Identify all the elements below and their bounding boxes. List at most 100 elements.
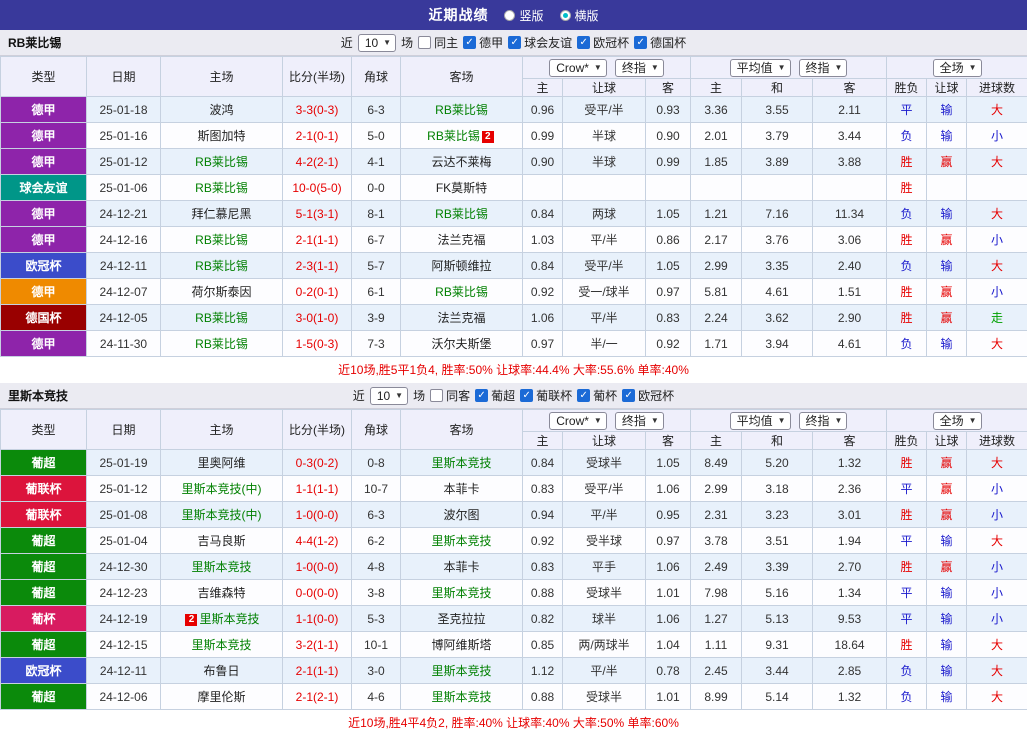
home-team-name[interactable]: RB莱比锡 [195, 259, 248, 273]
odds-value: 0.85 [523, 632, 563, 658]
away-team-name[interactable]: FK莫斯特 [436, 181, 487, 195]
odds-value: 1.27 [691, 606, 742, 632]
match-count-select[interactable]: 10▼ [370, 387, 408, 405]
avg-stage-select[interactable]: 终指▼ [799, 59, 848, 77]
result-goals [967, 175, 1027, 201]
match-score[interactable]: 2-1(1-1) [283, 227, 352, 253]
average-select[interactable]: 平均值▼ [730, 412, 791, 430]
home-team-name[interactable]: 摩里伦斯 [197, 690, 245, 704]
home-team-name[interactable]: 波鸿 [209, 103, 233, 117]
home-team-name[interactable]: 里斯本竞技(中) [182, 508, 262, 522]
odds-stage-select[interactable]: 终指▼ [615, 59, 664, 77]
away-team-name[interactable]: 阿斯顿维拉 [431, 259, 491, 273]
league-filter-checkbox[interactable]: ✓德甲 [463, 34, 503, 51]
home-team-name[interactable]: RB莱比锡 [195, 233, 248, 247]
away-team-name[interactable]: 里斯本竞技 [431, 456, 491, 470]
same-venue-checkbox[interactable]: 同主 [418, 34, 458, 51]
league-filter-checkbox[interactable]: ✓葡超 [475, 387, 515, 404]
radio-horizontal-layout[interactable]: 横版 [560, 7, 599, 24]
average-select[interactable]: 平均值▼ [730, 59, 791, 77]
away-team-name[interactable]: 本菲卡 [443, 560, 479, 574]
away-team-name[interactable]: RB莱比锡 [427, 129, 480, 143]
match-score[interactable]: 2-3(1-1) [283, 253, 352, 279]
league-filter-checkbox[interactable]: ✓球会友谊 [508, 34, 572, 51]
league-filter-checkbox[interactable]: ✓欧冠杯 [577, 34, 629, 51]
away-team-cell: 云达不莱梅 [401, 149, 523, 175]
match-score[interactable]: 4-4(1-2) [283, 528, 352, 554]
home-team-name[interactable]: RB莱比锡 [195, 311, 248, 325]
bookmaker-select[interactable]: Crow*▼ [549, 412, 607, 430]
match-score[interactable]: 1-0(0-0) [283, 554, 352, 580]
odds-value [742, 175, 813, 201]
match-score[interactable]: 1-1(1-1) [283, 476, 352, 502]
away-team-name[interactable]: 波尔图 [443, 508, 479, 522]
home-team-name[interactable]: 里斯本竞技 [191, 638, 251, 652]
league-filter-checkbox[interactable]: ✓欧冠杯 [622, 387, 674, 404]
radio-vertical-layout[interactable]: 竖版 [504, 7, 543, 24]
match-score[interactable]: 4-2(2-1) [283, 149, 352, 175]
match-score[interactable]: 1-0(0-0) [283, 502, 352, 528]
away-team-name[interactable]: 圣克拉拉 [437, 612, 485, 626]
period-select[interactable]: 全场▼ [933, 59, 982, 77]
period-select[interactable]: 全场▼ [933, 412, 982, 430]
match-score[interactable]: 0-0(0-0) [283, 580, 352, 606]
away-team-name[interactable]: 云达不莱梅 [431, 155, 491, 169]
away-team-name[interactable]: 沃尔夫斯堡 [431, 337, 491, 351]
match-score[interactable]: 10-0(5-0) [283, 175, 352, 201]
team-name: RB莱比锡 [8, 34, 61, 51]
away-team-name[interactable]: 博阿维斯塔 [431, 638, 491, 652]
away-team-name[interactable]: 法兰克福 [437, 311, 485, 325]
match-score[interactable]: 5-1(3-1) [283, 201, 352, 227]
away-team-name[interactable]: RB莱比锡 [435, 207, 488, 221]
league-filter-checkbox[interactable]: ✓德国杯 [634, 34, 686, 51]
away-team-cell: 法兰克福 [401, 227, 523, 253]
home-team-name[interactable]: RB莱比锡 [195, 337, 248, 351]
match-score[interactable]: 0-2(0-1) [283, 279, 352, 305]
match-score[interactable]: 3-3(0-3) [283, 97, 352, 123]
result-outcome: 胜 [887, 149, 927, 175]
match-score[interactable]: 2-1(2-1) [283, 684, 352, 710]
odds-stage-select[interactable]: 终指▼ [615, 412, 664, 430]
home-team-name[interactable]: 吉马良斯 [197, 534, 245, 548]
away-team-name[interactable]: 里斯本竞技 [431, 664, 491, 678]
avg-stage-select[interactable]: 终指▼ [799, 412, 848, 430]
match-score[interactable]: 3-2(1-1) [283, 632, 352, 658]
match-count-select[interactable]: 10▼ [358, 34, 396, 52]
home-team-name[interactable]: 荷尔斯泰因 [191, 285, 251, 299]
match-score[interactable]: 1-5(0-3) [283, 331, 352, 357]
away-team-name[interactable]: RB莱比锡 [435, 103, 488, 117]
home-team-name[interactable]: RB莱比锡 [195, 181, 248, 195]
away-team-name[interactable]: 里斯本竞技 [431, 690, 491, 704]
average-odds-header: 平均值▼ 终指▼ [691, 57, 887, 79]
away-team-name[interactable]: 法兰克福 [437, 233, 485, 247]
away-team-cell: 博阿维斯塔 [401, 632, 523, 658]
home-team-name[interactable]: 里斯本竞技 [199, 612, 259, 626]
match-score[interactable]: 3-0(1-0) [283, 305, 352, 331]
match-score[interactable]: 2-1(0-1) [283, 123, 352, 149]
bookmaker-select[interactable]: Crow*▼ [549, 59, 607, 77]
home-team-name[interactable]: 里斯本竞技 [191, 560, 251, 574]
radio-horizontal-label: 横版 [575, 7, 599, 24]
home-team-name[interactable]: 里斯本竞技(中) [182, 482, 262, 496]
odds-value: 11.34 [813, 201, 887, 227]
home-team-name[interactable]: 拜仁慕尼黑 [191, 207, 251, 221]
match-score[interactable]: 0-3(0-2) [283, 450, 352, 476]
same-venue-checkbox[interactable]: 同客 [430, 387, 470, 404]
home-team-name[interactable]: 布鲁日 [203, 664, 239, 678]
match-score[interactable]: 2-1(1-1) [283, 658, 352, 684]
home-team-name[interactable]: 斯图加特 [197, 129, 245, 143]
league-filter-checkbox[interactable]: ✓葡联杯 [520, 387, 572, 404]
same-venue-checkbox-label: 同客 [446, 387, 470, 404]
sub-column-header: 胜负 [887, 432, 927, 450]
away-team-name[interactable]: RB莱比锡 [435, 285, 488, 299]
away-team-name[interactable]: 本菲卡 [443, 482, 479, 496]
result-outcome: 负 [887, 201, 927, 227]
home-team-name[interactable]: RB莱比锡 [195, 155, 248, 169]
away-team-name[interactable]: 里斯本竞技 [431, 586, 491, 600]
away-team-name[interactable]: 里斯本竞技 [431, 534, 491, 548]
home-team-name[interactable]: 里奥阿维 [197, 456, 245, 470]
home-team-name[interactable]: 吉维森特 [197, 586, 245, 600]
match-score[interactable]: 1-1(0-0) [283, 606, 352, 632]
result-outcome: 负 [887, 123, 927, 149]
league-filter-checkbox[interactable]: ✓葡杯 [577, 387, 617, 404]
